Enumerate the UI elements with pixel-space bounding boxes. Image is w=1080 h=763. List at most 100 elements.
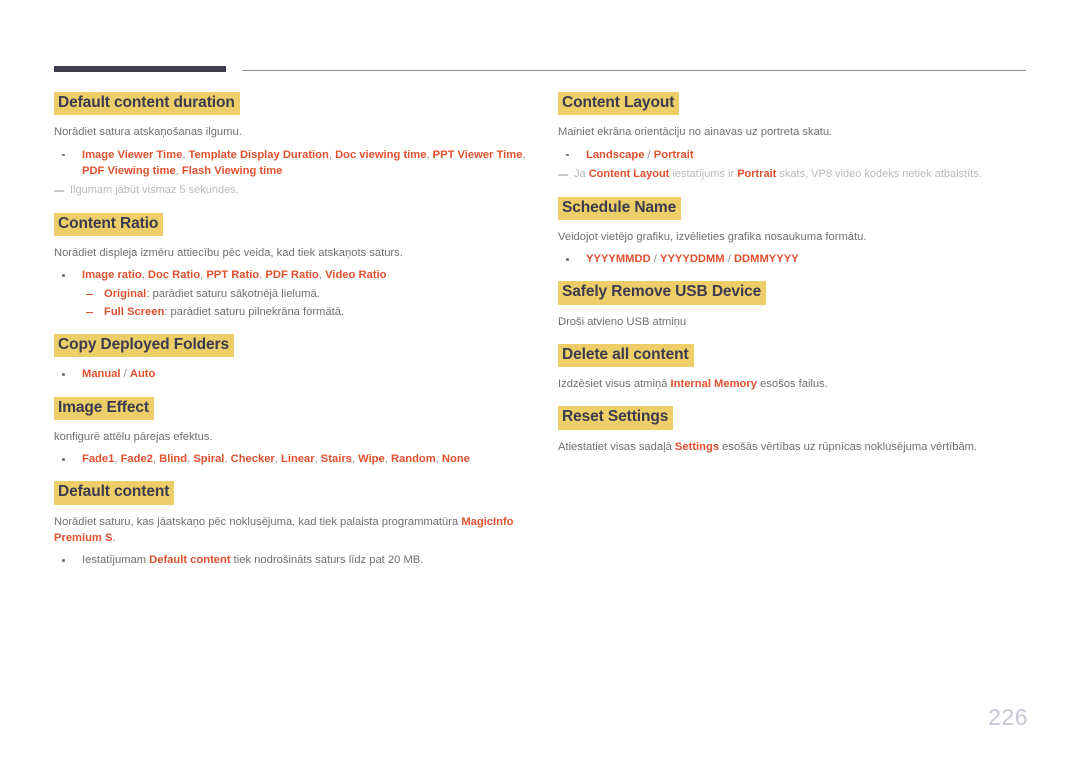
term-label: Internal Memory (670, 378, 757, 391)
term-label: Portrait (653, 148, 694, 161)
text-run: esošās vērtības uz rūpnīcas noklusējuma … (719, 440, 978, 453)
section-intro: Atiestatiet visas sadaļā Settings esošās… (558, 439, 1032, 455)
term-label: Settings (674, 440, 720, 453)
term-label: PDF Viewing time (82, 164, 176, 177)
term-label: Original (104, 287, 147, 300)
term-label: Image Viewer Time (82, 148, 183, 161)
list-item: YYYYMMDD / YYYYDDMM / DDMMYYYY (558, 251, 1032, 267)
term-label: DDMMYYYY (733, 253, 799, 266)
term-label: Fade1 (82, 453, 115, 466)
section-intro: Norādiet satura atskaņošanas ilgumu. (54, 126, 242, 139)
term-label: Blind (159, 453, 188, 466)
term-label: Stairs (320, 453, 352, 466)
bullet-list: Image ratio, Doc Ratio, PPT Ratio, PDF R… (54, 267, 534, 320)
term-label: Full Screen (104, 305, 165, 318)
bullet-list: Landscape / Portrait (558, 147, 1032, 163)
term-label: Manual (82, 368, 121, 381)
section-intro: Norādiet displeja izmēru attiecību pēc v… (54, 247, 403, 260)
term-label: Image ratio (82, 269, 142, 282)
section-intro: konfigurē attēlu pārejas efektus. (54, 430, 213, 443)
term-label: / (650, 253, 660, 266)
list-item: Manual / Auto (54, 366, 534, 382)
section-heading: Delete all content (558, 343, 694, 368)
doc-section: Content Ratio Norādiet displeja izmēru at… (54, 212, 534, 320)
text-run: Iestatījumam (82, 554, 150, 567)
text-run: : parādiet saturu sākotnējā lielumā. (146, 287, 320, 300)
doc-section: Default content Norādiet saturu, kas jāat… (54, 481, 534, 568)
doc-section: Reset Settings Atiestatiet visas sadaļā S… (558, 406, 1032, 455)
term-label: PPT Ratio (206, 269, 260, 282)
section-heading-wrap: Safely Remove USB Device (558, 281, 1032, 305)
term-label: Default content (149, 554, 231, 567)
doc-section: Schedule Name Veidojot vietējo grafiku, i… (558, 196, 1032, 268)
term-label: Linear (281, 453, 315, 466)
sub-list-item: Original: parādiet saturu sākotnējā liel… (82, 286, 534, 302)
term-label: Auto (129, 368, 156, 381)
text-run: esošos failus. (756, 378, 828, 391)
term-label: Spiral (193, 453, 225, 466)
section-heading-wrap: Reset Settings (558, 406, 1032, 430)
list-item: Image ratio, Doc Ratio, PPT Ratio, PDF R… (54, 267, 534, 320)
term-label: Checker (230, 453, 275, 466)
term-label: Template Display Duration (188, 148, 329, 161)
term-label: Doc viewing time (335, 148, 427, 161)
doc-section: Delete all content Izdzēsiet visus atmiņā… (558, 343, 1032, 393)
term-label: , (522, 148, 526, 161)
term-label: Flash Viewing time (181, 164, 283, 177)
section-intro: Mainiet ekrāna orientāciju no ainavas uz… (558, 126, 833, 139)
text-run: skats, VP8 video kodeks netiek atbalstīt… (776, 167, 982, 180)
section-heading: Schedule Name (558, 196, 682, 220)
section-heading-wrap: Content Ratio (54, 212, 534, 237)
section-heading: Copy Deployed Folders (54, 334, 235, 358)
term-label: None (441, 453, 470, 466)
section-heading-wrap: Default content (54, 481, 534, 505)
section-heading-wrap: Delete all content (558, 343, 1032, 368)
bullet-list: Image Viewer Time, Template Display Dura… (54, 147, 534, 179)
term-label: YYYYDDMM (659, 253, 725, 266)
term-label: PPT Viewer Time (432, 148, 523, 161)
term-label: Fade2 (120, 453, 153, 466)
section-intro: Droši atvieno USB atmiņu (558, 315, 687, 328)
text-run: Izdzēsiet visus atmiņā (558, 378, 671, 391)
section-intro: Izdzēsiet visus atmiņā Internal Memory e… (558, 376, 1032, 392)
section-intro: Veidojot vietējo grafiku, izvēlieties gr… (558, 230, 867, 243)
bullet-list: Fade1, Fade2, Blind, Spiral, Checker, Li… (54, 451, 534, 467)
list-item: Iestatījumam Default content tiek nodroš… (54, 552, 534, 568)
text-run: Ja (574, 167, 589, 180)
text-run: : parādiet saturu pilnekrāna formātā. (164, 305, 345, 318)
doc-section: Content Layout Mainiet ekrāna orientāciju… (558, 92, 1032, 183)
text-run: Norādiet saturu, kas jāatskaņo pēc noklu… (54, 515, 462, 528)
section-heading-wrap: Content Layout (558, 92, 1032, 116)
bullet-list: YYYYMMDD / YYYYDDMM / DDMMYYYY (558, 251, 1032, 267)
list-item: Landscape / Portrait (558, 147, 1032, 163)
term-label: Portrait (737, 167, 777, 180)
section-intro: Norādiet saturu, kas jāatskaņo pēc noklu… (54, 514, 534, 546)
section-heading-wrap: Image Effect (54, 396, 534, 420)
doc-section: Copy Deployed Folders Manual / Auto (54, 334, 534, 383)
bullet-list: Iestatījumam Default content tiek nodroš… (54, 552, 534, 568)
list-item: Fade1, Fade2, Blind, Spiral, Checker, Li… (54, 451, 534, 467)
sub-list-item: Full Screen: parādiet saturu pilnekrāna … (82, 304, 534, 320)
section-heading-wrap: Copy Deployed Folders (54, 334, 534, 358)
section-heading-wrap: Schedule Name (558, 196, 1032, 220)
page-number: 226 (988, 704, 1028, 730)
term-label: PDF Ratio (265, 269, 319, 282)
term-label: Content Layout (588, 167, 670, 180)
term-label: Random (390, 453, 436, 466)
text-run: tiek nodrošināts saturs līdz pat 20 MB. (230, 554, 424, 567)
right-column: Content Layout Mainiet ekrāna orientāciju… (558, 92, 1032, 461)
sub-bullet-list: Original: parādiet saturu sākotnējā liel… (82, 286, 534, 320)
list-item: Image Viewer Time, Template Display Dura… (54, 147, 534, 179)
section-heading: Reset Settings (558, 406, 674, 430)
section-heading: Content Ratio (54, 212, 164, 237)
section-heading: Safely Remove USB Device (558, 281, 767, 305)
page-content: Default content duration Norādiet satura … (0, 0, 1080, 763)
section-note: Ja Content Layout iestatījums ir Portrai… (558, 167, 1032, 183)
section-heading: Default content (54, 481, 175, 505)
term-label: / (724, 253, 734, 266)
left-column: Default content duration Norādiet satura … (54, 92, 534, 572)
term-label: Doc Ratio (147, 269, 201, 282)
section-heading-wrap: Default content duration (54, 92, 534, 116)
section-heading: Content Layout (558, 92, 680, 116)
text-run: . (112, 531, 116, 544)
